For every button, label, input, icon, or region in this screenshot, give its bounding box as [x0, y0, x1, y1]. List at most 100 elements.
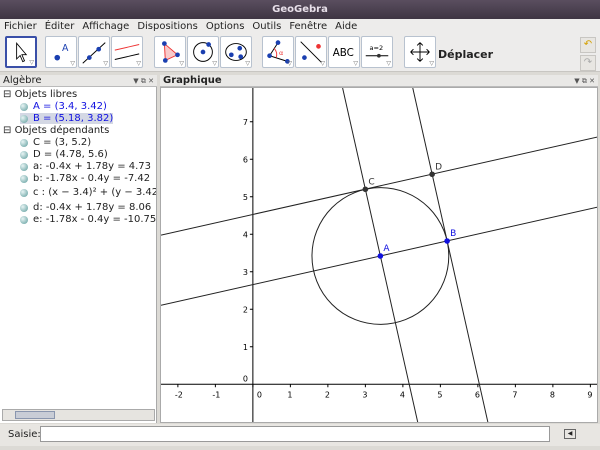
menu-affichage[interactable]: Affichage	[82, 19, 129, 34]
menu-editer[interactable]: Éditer	[45, 19, 75, 34]
x-tick-label: 4	[400, 390, 405, 399]
x-tick-label: 2	[325, 390, 330, 399]
algebra-horizontal-scrollbar[interactable]	[2, 409, 155, 421]
polygon-tool-button[interactable]: ▽	[154, 36, 186, 68]
move-tool-button[interactable]: ▽	[5, 36, 37, 68]
object-definition: a: -0.4x + 1.78y = 4.73	[33, 161, 152, 172]
algebra-panel-header: Algèbre ▼ ⧉ ✕	[0, 75, 157, 87]
y-tick-label: 1	[243, 343, 248, 352]
x-tick-label: 0	[257, 390, 262, 399]
point-B	[444, 238, 450, 244]
list-item[interactable]: B = (5.18, 3.82)	[20, 113, 114, 124]
list-item[interactable]: e: -1.78x - 0.4y = -10.75	[20, 214, 156, 225]
object-definition: e: -1.78x - 0.4y = -10.75	[33, 214, 157, 225]
point-tool-button[interactable]: A ▽	[45, 36, 77, 68]
toolbar: ▽ A ▽ ▽ ▽ ▽ ▽ ▽ α ▽ ▽ ABC ▽ a=2 ▽ ▽ Déplacer…	[0, 34, 600, 72]
list-item[interactable]: d: -0.4x + 1.78y = 8.06	[20, 202, 151, 213]
scrollbar-thumb[interactable]	[15, 411, 55, 419]
x-tick-label: 6	[475, 390, 480, 399]
visibility-toggle-icon[interactable]	[20, 114, 28, 123]
x-tick-label: 7	[512, 390, 517, 399]
menu-fichier[interactable]: Fichier	[4, 19, 37, 34]
visibility-toggle-icon[interactable]	[20, 150, 28, 159]
line-e	[412, 88, 489, 422]
visibility-toggle-icon[interactable]	[20, 188, 28, 197]
list-item[interactable]: A = (3.4, 3.42)	[20, 101, 107, 112]
y-tick-label: 4	[243, 230, 248, 239]
y-tick-label: 2	[243, 305, 248, 314]
object-definition: c : (x − 3.4)² + (y − 3.42	[33, 187, 157, 198]
object-definition: D = (4.78, 5.6)	[33, 149, 108, 160]
visibility-toggle-icon[interactable]	[20, 138, 28, 147]
y-tick-label: 3	[243, 268, 248, 277]
y-tick-label: 6	[243, 155, 248, 164]
visibility-toggle-icon[interactable]	[20, 215, 28, 224]
graphics-panel-title: Graphique	[163, 75, 222, 86]
input-label: Saisie:	[8, 429, 41, 440]
geometry-canvas[interactable]: -2 -1 0 1 2 3 4 5 6 7 8 9 0 1 2 3 4 5 6 7 A B C D	[161, 88, 598, 423]
conic-tool-button[interactable]: ▽	[220, 36, 252, 68]
parallel-tool-button[interactable]: ▽	[111, 36, 143, 68]
x-tick-label: 1	[287, 390, 292, 399]
move-view-tool-button[interactable]: ▽	[404, 36, 436, 68]
visibility-toggle-icon[interactable]	[20, 203, 28, 212]
point-label: A	[383, 244, 390, 254]
group-label: Objets libres	[14, 89, 78, 100]
list-item[interactable]: c : (x − 3.4)² + (y − 3.42	[20, 187, 157, 198]
point-label: B	[450, 229, 456, 239]
x-tick-label: 3	[362, 390, 367, 399]
object-definition: A = (3.4, 3.42)	[33, 101, 107, 112]
panel-controls-icon[interactable]: ▼ ⧉ ✕	[133, 75, 154, 87]
current-mode-label: Déplacer	[438, 48, 494, 61]
menu-outils[interactable]: Outils	[252, 19, 281, 34]
point-label: D	[435, 162, 442, 172]
input-field[interactable]	[40, 426, 550, 442]
visibility-toggle-icon[interactable]	[20, 162, 28, 171]
menu-options[interactable]: Options	[206, 19, 245, 34]
circle-tool-button[interactable]: ▽	[187, 36, 219, 68]
object-definition: C = (3, 5.2)	[33, 137, 92, 148]
slider-tool-label: a=2	[370, 44, 384, 52]
list-item[interactable]: b: -1.78x - 0.4y = -7.42	[20, 173, 150, 184]
graphics-panel-header: Graphique ▼ ⧉ ✕	[160, 75, 598, 87]
panel-controls-icon[interactable]: ▼ ⧉ ✕	[574, 75, 595, 87]
line-d	[161, 136, 597, 236]
line-tool-button[interactable]: ▽	[78, 36, 110, 68]
x-tick-label: -1	[212, 390, 220, 399]
y-tick-label: 0	[243, 374, 248, 383]
slider-tool-button[interactable]: a=2 ▽	[361, 36, 393, 68]
window-title: GeoGebra	[0, 0, 600, 19]
group-label: Objets dépendants	[14, 125, 110, 136]
visibility-toggle-icon[interactable]	[20, 102, 28, 111]
symbol-table-button[interactable]: ◀	[564, 429, 576, 439]
object-definition: b: -1.78x - 0.4y = -7.42	[33, 173, 151, 184]
svg-text:α: α	[279, 49, 283, 57]
point-A	[377, 253, 384, 259]
visibility-toggle-icon[interactable]	[20, 174, 28, 183]
menu-fenetre[interactable]: Fenêtre	[289, 19, 327, 34]
x-tick-label: -2	[175, 390, 183, 399]
reflect-tool-button[interactable]: ▽	[295, 36, 327, 68]
algebra-panel-title: Algèbre	[3, 75, 42, 86]
list-item[interactable]: C = (3, 5.2)	[20, 137, 91, 148]
angle-tool-button[interactable]: α ▽	[262, 36, 294, 68]
redo-button[interactable]: ↷	[580, 55, 596, 71]
list-item[interactable]: D = (4.78, 5.6)	[20, 149, 108, 160]
point-C	[362, 186, 369, 193]
text-tool-button[interactable]: ABC ▽	[328, 36, 360, 68]
menu-aide[interactable]: Aide	[335, 19, 357, 34]
svg-text:A: A	[62, 43, 69, 54]
undo-button[interactable]: ↶	[580, 37, 596, 53]
menu-dispositions[interactable]: Dispositions	[137, 19, 198, 34]
object-definition: B = (5.18, 3.82)	[33, 113, 114, 124]
algebra-view: ⊟ Objets libres A = (3.4, 3.42) B = (5.1…	[0, 87, 157, 423]
y-tick-label: 7	[243, 118, 248, 127]
list-item[interactable]: a: -0.4x + 1.78y = 4.73	[20, 161, 151, 172]
x-tick-label: 5	[437, 390, 442, 399]
group-objets-libres[interactable]: ⊟ Objets libres	[3, 89, 77, 100]
group-objets-dependants[interactable]: ⊟ Objets dépendants	[3, 125, 109, 136]
point-label: C	[368, 177, 374, 187]
text-tool-label: ABC	[333, 47, 354, 59]
graphics-view[interactable]: -2 -1 0 1 2 3 4 5 6 7 8 9 0 1 2 3 4 5 6 7 A B C D	[160, 87, 598, 423]
y-tick-label: 5	[243, 193, 248, 202]
